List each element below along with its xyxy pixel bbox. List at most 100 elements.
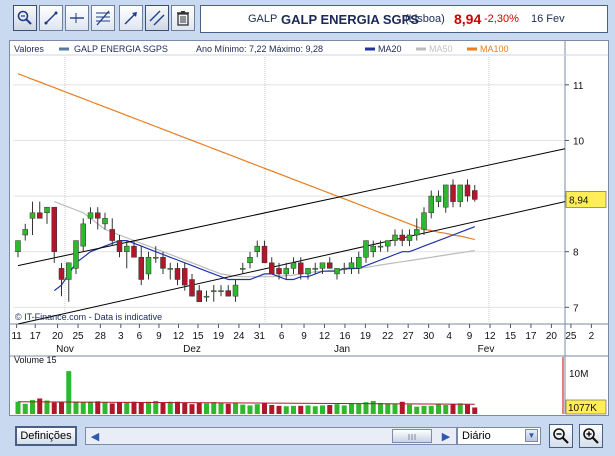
volume-bar xyxy=(66,371,72,414)
candle-body xyxy=(232,284,239,297)
trendline-tool-icon[interactable] xyxy=(39,5,63,31)
month-label: Fev xyxy=(478,344,495,355)
definitions-button[interactable]: Definições xyxy=(15,426,77,446)
candle-body xyxy=(109,229,115,241)
volume-bar xyxy=(356,403,362,414)
candle-body xyxy=(218,290,224,292)
volume-bar xyxy=(450,404,456,414)
price-tick-label: 8 xyxy=(573,248,579,259)
volume-bar xyxy=(189,404,195,414)
ticker: GALP xyxy=(248,13,278,25)
zoom-tool-icon[interactable] xyxy=(13,5,37,31)
legend-valores: Valores xyxy=(14,44,44,54)
last-price: 8,94 xyxy=(454,11,482,27)
candle-body xyxy=(167,268,173,270)
candle-body xyxy=(189,279,195,297)
time-tick-label: 20 xyxy=(546,331,558,342)
candle-body xyxy=(472,190,478,200)
chart-canvas[interactable]: Valores GALP ENERGIA SGPS Ano Mínimo: 7,22… xyxy=(10,41,608,415)
volume-bar xyxy=(414,406,420,414)
time-tick-label: 15 xyxy=(505,331,517,342)
candle-body xyxy=(348,262,355,269)
time-tick-label: 24 xyxy=(233,331,245,342)
zoom-out-icon xyxy=(553,428,569,444)
time-tick-label: 12 xyxy=(319,331,331,342)
candle-body xyxy=(457,184,463,202)
candle-body xyxy=(399,234,405,241)
volume-bar xyxy=(341,405,347,414)
volume-bar xyxy=(218,402,224,414)
time-tick-label: 31 xyxy=(254,331,266,342)
scroll-thumb[interactable] xyxy=(392,429,432,443)
candle-body xyxy=(73,240,79,269)
candle-body xyxy=(145,257,152,275)
legend-ma100: MA100 xyxy=(480,44,509,54)
candle-body xyxy=(341,268,347,270)
candle-body xyxy=(95,212,101,219)
candle-body xyxy=(406,234,413,241)
period-select[interactable]: Diário ▼ xyxy=(457,427,541,445)
time-tick-label: 30 xyxy=(423,331,435,342)
definitions-label: Definições xyxy=(20,430,72,442)
toolbar: GALP GALP ENERGIA SGPS (Lisboa) 8,94 -2,… xyxy=(0,0,615,38)
volume-bar xyxy=(254,404,260,414)
trash-icon[interactable] xyxy=(171,5,195,31)
candle-body xyxy=(421,212,427,230)
volume-bar xyxy=(175,401,180,414)
candle-body xyxy=(392,234,398,241)
volume-bar xyxy=(131,401,137,414)
volume-tick-label: 10M xyxy=(569,369,588,380)
candle-body xyxy=(435,195,442,202)
volume-title: Volume 15 xyxy=(14,355,57,365)
arrow-line-tool-icon[interactable] xyxy=(119,5,143,31)
time-tick-label: 4 xyxy=(446,331,452,342)
scroll-right-icon[interactable]: ▶ xyxy=(438,428,454,444)
volume-bar xyxy=(37,398,43,414)
chevron-down-icon[interactable]: ▼ xyxy=(525,429,538,442)
time-tick-label: 19 xyxy=(213,331,225,342)
volume-bar xyxy=(233,402,238,414)
zoom-out-button[interactable] xyxy=(549,424,573,448)
price-tick-label: 10 xyxy=(573,136,585,147)
volume-bar xyxy=(44,400,50,414)
volume-bar xyxy=(88,401,93,414)
company-name: GALP ENERGIA SGPS xyxy=(281,12,419,27)
price-tick-label: 11 xyxy=(573,81,584,92)
time-scrollbar[interactable]: ◀ ▶ xyxy=(85,427,457,445)
volume-bar xyxy=(51,402,57,414)
candle-body xyxy=(160,257,166,269)
volume-bar xyxy=(320,405,325,414)
horizontal-line-tool-icon[interactable] xyxy=(65,5,89,31)
time-tick-label: 17 xyxy=(30,331,42,342)
candle-body xyxy=(305,268,311,275)
volume-bar xyxy=(378,402,383,414)
candle-body xyxy=(22,229,28,236)
period-value: Diário xyxy=(462,430,491,442)
volume-bar xyxy=(15,401,21,414)
channel-tool-icon[interactable] xyxy=(145,5,169,31)
time-tick-label: 22 xyxy=(382,331,394,342)
fibonacci-tool-icon[interactable] xyxy=(91,5,115,31)
volume-bar xyxy=(327,405,333,414)
volume-bar xyxy=(283,406,289,414)
month-label: Nov xyxy=(56,344,74,355)
candle-body xyxy=(51,206,57,252)
volume-bar xyxy=(291,405,296,414)
candle-body xyxy=(29,212,36,219)
volume-bar xyxy=(182,402,188,414)
time-tick-label: 9 xyxy=(301,331,307,342)
legend-range: Ano Mínimo: 7,22 Máximo: 9,28 xyxy=(196,44,323,54)
candle-body xyxy=(283,268,289,275)
scroll-left-icon[interactable]: ◀ xyxy=(87,428,103,444)
candle-body xyxy=(138,257,144,280)
volume-bar xyxy=(421,405,427,414)
candle-body xyxy=(87,212,94,219)
chart-panel[interactable]: Valores GALP ENERGIA SGPS Ano Mínimo: 7,22… xyxy=(9,40,609,416)
candle-body xyxy=(377,245,384,248)
volume-bar xyxy=(465,404,470,414)
candle-body xyxy=(196,290,202,302)
volume-bar xyxy=(457,403,463,414)
candle-body xyxy=(363,240,369,258)
zoom-in-button[interactable] xyxy=(579,424,603,448)
volume-bar xyxy=(298,405,304,414)
